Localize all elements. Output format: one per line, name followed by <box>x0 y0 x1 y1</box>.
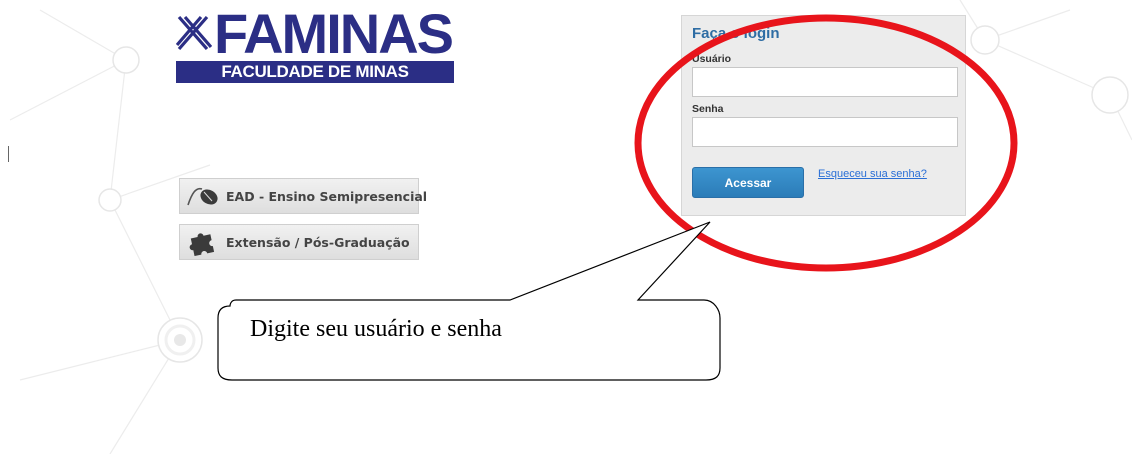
logo-subtitle: FACULDADE DE MINAS <box>176 61 454 83</box>
acessar-button[interactable]: Acessar <box>692 167 804 198</box>
text-cursor-mark <box>8 146 9 162</box>
extensao-button[interactable]: Extensão / Pós-Graduação <box>179 224 419 260</box>
password-input[interactable] <box>692 117 958 147</box>
extensao-button-label: Extensão / Pós-Graduação <box>226 234 410 250</box>
ead-button-label: EAD - Ensino Semipresencial <box>226 188 428 204</box>
logo-mark: FAMINAS <box>176 2 454 65</box>
faminas-logo[interactable]: FAMINAS FACULDADE DE MINAS <box>176 2 456 83</box>
username-label: Usuário <box>692 53 732 65</box>
puzzle-piece-icon <box>180 224 226 260</box>
callout-text: Digite seu usuário e senha <box>250 316 502 342</box>
forgot-password-link[interactable]: Esqueceu sua senha? <box>818 168 927 180</box>
password-label: Senha <box>692 103 724 115</box>
login-panel: Faça o login Usuário Senha Acessar Esque… <box>681 15 966 216</box>
login-title: Faça o login <box>692 25 780 42</box>
username-input[interactable] <box>692 67 958 97</box>
ead-button[interactable]: EAD - Ensino Semipresencial <box>179 178 427 214</box>
logo-x-icon <box>176 15 212 51</box>
logo-wordmark: FAMINAS <box>214 2 454 65</box>
computer-mouse-icon <box>180 178 226 214</box>
